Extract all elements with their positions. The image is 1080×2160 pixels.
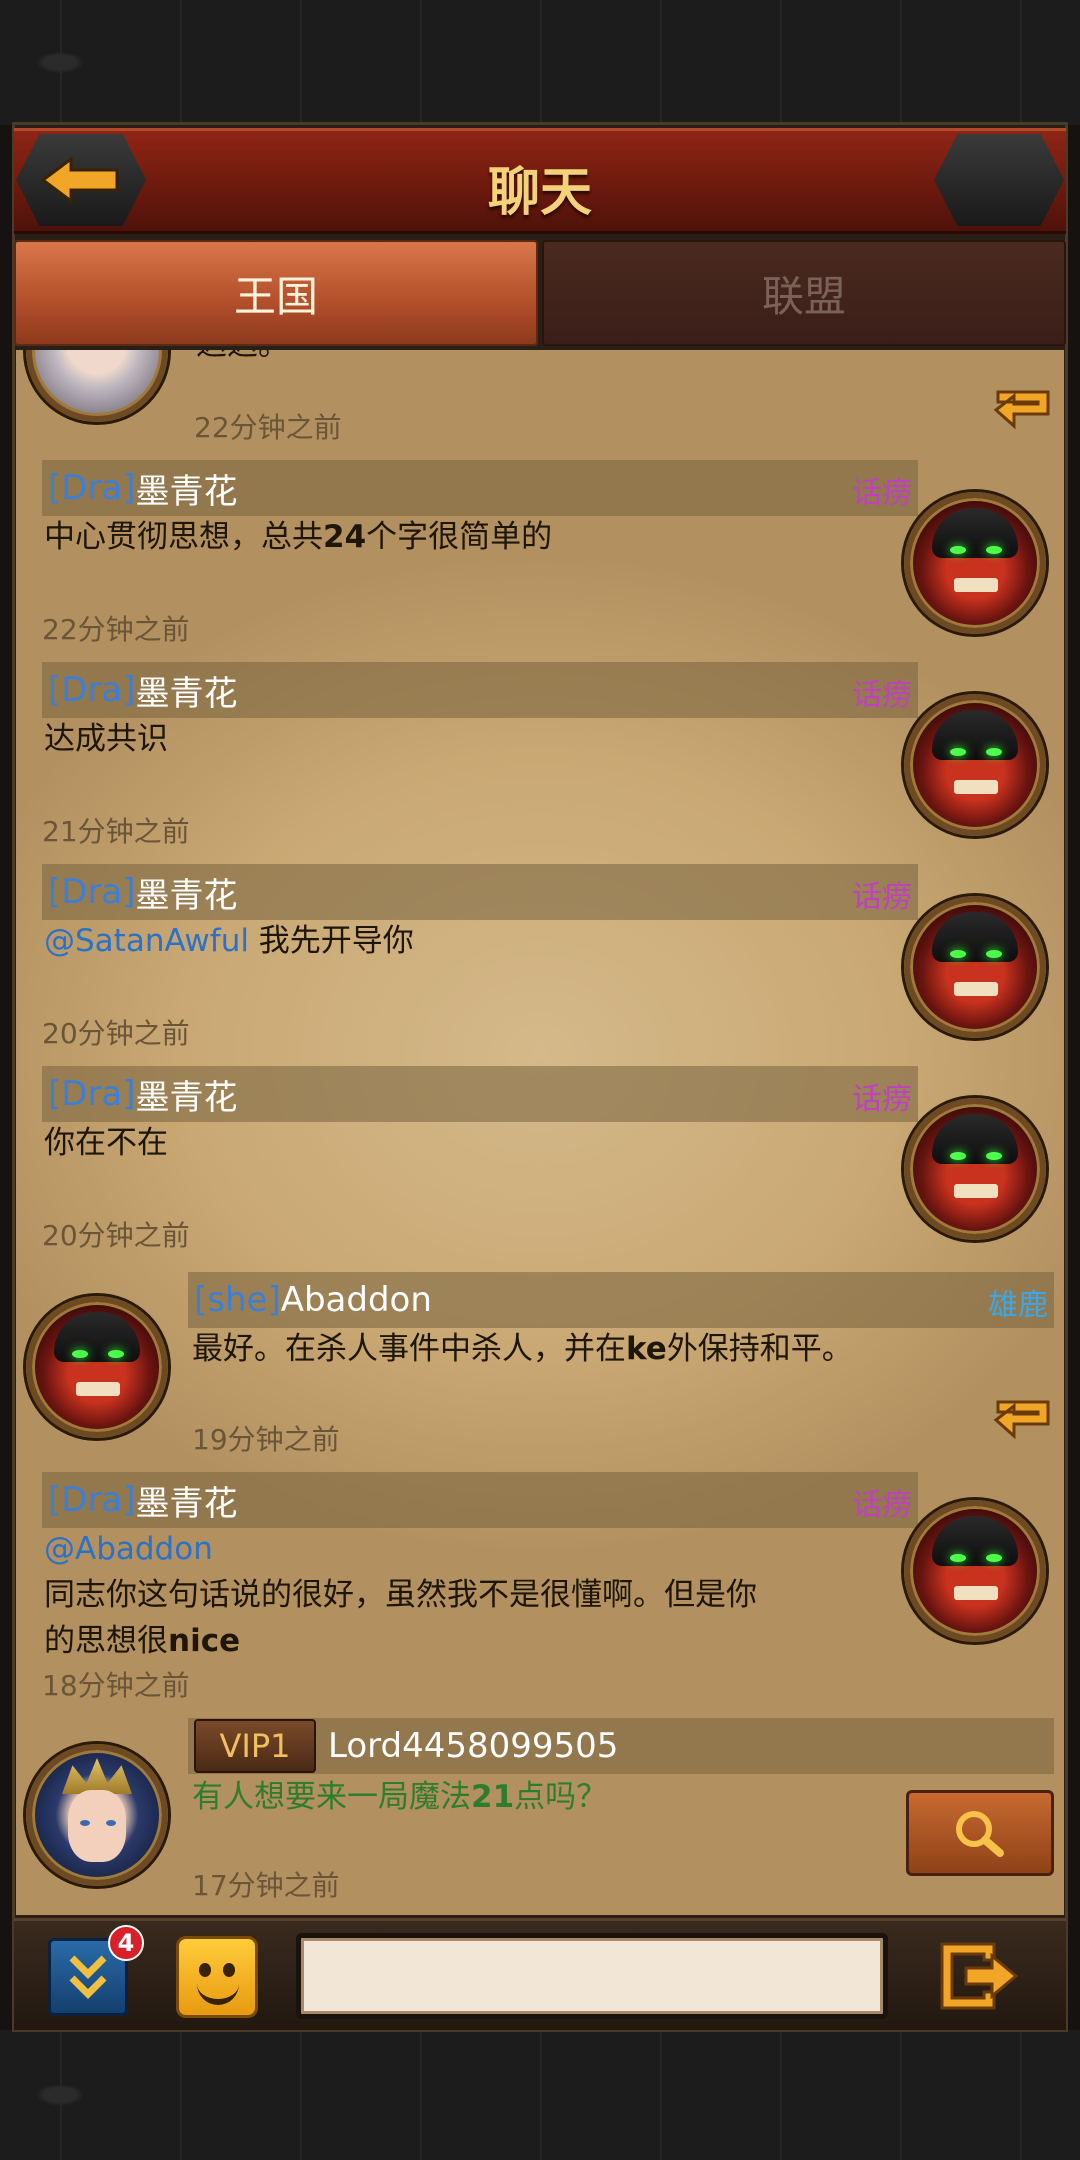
alliance-name: 话痨	[852, 880, 912, 915]
player-tag: [Dra]	[48, 670, 136, 710]
message-text: 有人想要来一局魔法21点吗？	[192, 1779, 608, 1815]
avatar[interactable]	[904, 694, 1046, 836]
message-text: 达成共识	[44, 721, 168, 757]
alliance-name: 话痨	[852, 476, 912, 511]
avatar[interactable]	[26, 1744, 168, 1886]
message-header: [Dra] 墨青花 话痨	[42, 662, 918, 718]
message-text: 你在不在	[44, 1125, 168, 1161]
message-time: 18分钟之前	[42, 1669, 190, 1702]
player-tag: [she]	[194, 1280, 281, 1320]
message-time: 19分钟之前	[192, 1423, 340, 1456]
alliance-name: 话痨	[852, 1488, 912, 1523]
player-name[interactable]: 墨青花	[136, 666, 238, 715]
message-time: 22分钟之前	[42, 613, 190, 646]
message-time: 17分钟之前	[192, 1869, 340, 1902]
bottom-stone-border	[0, 2030, 1080, 2160]
search-button[interactable]	[906, 1790, 1054, 1876]
message-text: 中心贯彻思想，总共24个字很简单的	[44, 519, 553, 555]
chat-input[interactable]	[296, 1933, 888, 2019]
mention[interactable]: @Abaddon	[44, 1526, 884, 1572]
message-text: 迟迟。	[196, 350, 289, 368]
mention[interactable]: @SatanAwful	[44, 923, 249, 959]
avatar[interactable]	[904, 492, 1046, 634]
player-name[interactable]: Lord4458099505	[328, 1726, 618, 1766]
search-icon	[956, 1811, 1004, 1857]
player-name[interactable]: 墨青花	[136, 464, 238, 513]
message-time: 20分钟之前	[42, 1219, 190, 1252]
message-text: @Abaddon 同志你这句话说的很好，虽然我不是很懂啊。但是你 的思想很nic…	[44, 1526, 884, 1664]
message-header: VIP1 Lord4458099505	[188, 1718, 1054, 1774]
reply-icon[interactable]	[990, 380, 1060, 436]
alliance-name: 话痨	[852, 678, 912, 713]
notification-badge: 4	[108, 1925, 144, 1961]
send-button[interactable]	[934, 1934, 1024, 2018]
avatar[interactable]	[904, 1500, 1046, 1642]
message-text: 最好。在杀人事件中杀人，并在ke外保持和平。	[192, 1331, 853, 1367]
avatar[interactable]	[904, 896, 1046, 1038]
message-header: [Dra] 墨青花 话痨	[42, 1066, 918, 1122]
avatar[interactable]	[26, 350, 168, 422]
message-time: 22分钟之前	[194, 411, 342, 444]
message-header: [Dra] 墨青花 话痨	[42, 1472, 918, 1528]
vip-badge: VIP1	[194, 1719, 316, 1773]
message-header: [Dra] 墨青花 话痨	[42, 460, 918, 516]
message-header: [Dra] 墨青花 话痨	[42, 864, 918, 920]
tab-kingdom[interactable]: 王国	[14, 240, 538, 346]
collapse-icon	[69, 1955, 107, 1999]
message-text: @SatanAwful 我先开导你	[44, 923, 414, 959]
player-name[interactable]: Abaddon	[281, 1280, 432, 1320]
player-name[interactable]: 墨青花	[136, 1070, 238, 1119]
send-icon	[940, 1942, 1019, 2010]
avatar[interactable]	[26, 1296, 168, 1438]
chat-list[interactable]: 迟迟。 22分钟之前 [Dra] 墨青花 话痨 中心贯彻思想，总共24个字很简单…	[16, 350, 1064, 1915]
player-tag: [Dra]	[48, 468, 136, 508]
player-name[interactable]: 墨青花	[136, 1476, 238, 1525]
message-time: 20分钟之前	[42, 1017, 190, 1050]
tab-alliance[interactable]: 联盟	[542, 240, 1066, 346]
player-tag: [Dra]	[48, 872, 136, 912]
message-header: [she] Abaddon 雄鹿	[188, 1272, 1054, 1328]
alliance-name: 雄鹿	[988, 1288, 1048, 1323]
avatar[interactable]	[904, 1098, 1046, 1240]
player-tag: [Dra]	[48, 1074, 136, 1114]
top-stone-border	[0, 0, 1080, 125]
alliance-name: 话痨	[852, 1082, 912, 1117]
page-title: 聊天	[487, 163, 592, 223]
message-time: 21分钟之前	[42, 815, 190, 848]
player-tag: [Dra]	[48, 1480, 136, 1520]
reply-icon[interactable]	[990, 1390, 1060, 1446]
player-name[interactable]: 墨青花	[136, 868, 238, 917]
emoji-button[interactable]	[176, 1936, 258, 2018]
